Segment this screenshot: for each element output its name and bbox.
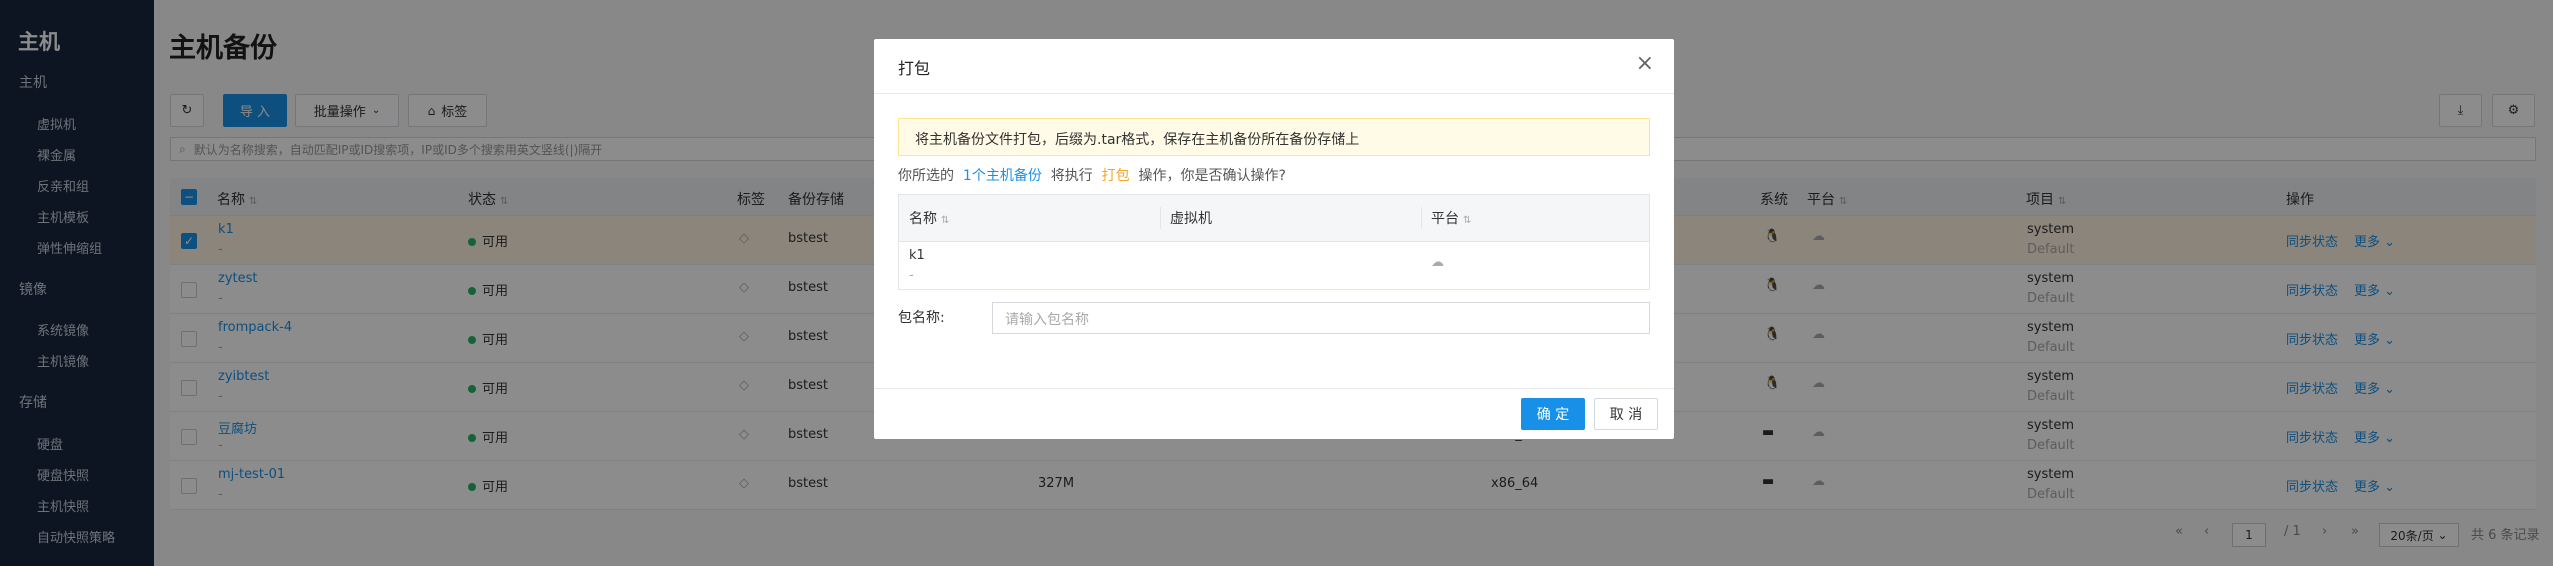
col-platform[interactable]: 平台 ⇅ (1431, 208, 1471, 228)
package-name-input[interactable]: 请输入包名称 (992, 302, 1650, 334)
dialog-footer-divider (874, 388, 1674, 389)
cloud-icon: ☁ (1431, 255, 1444, 270)
selected-count-link[interactable]: 1个主机备份 (963, 168, 1042, 184)
dialog-divider (874, 93, 1674, 94)
action-name: 打包 (1101, 168, 1130, 184)
selected-row-sub: - (909, 268, 914, 283)
confirm-button[interactable]: 确 定 (1521, 398, 1585, 430)
selected-table-header: 名称 ⇅ 虚拟机 平台 ⇅ (899, 195, 1649, 242)
cancel-button[interactable]: 取 消 (1594, 398, 1658, 430)
close-icon[interactable]: × (1636, 51, 1654, 76)
dialog-title: 打包 (898, 59, 931, 78)
col-vm: 虚拟机 (1170, 211, 1212, 227)
selected-row-name: k1 (909, 248, 925, 263)
selected-table: 名称 ⇅ 虚拟机 平台 ⇅ k1 - ☁ (898, 194, 1650, 290)
col-name[interactable]: 名称 ⇅ (909, 208, 949, 228)
confirm-info: 你所选的 1个主机备份 将执行 打包 操作，你是否确认操作? (898, 168, 1286, 184)
package-name-label: 包名称: (898, 310, 945, 326)
warning-alert: 将主机备份文件打包，后缀为.tar格式，保存在主机备份所在备份存储上 (898, 118, 1650, 156)
pack-dialog: 打包 × 将主机备份文件打包，后缀为.tar格式，保存在主机备份所在备份存储上 … (874, 39, 1674, 439)
